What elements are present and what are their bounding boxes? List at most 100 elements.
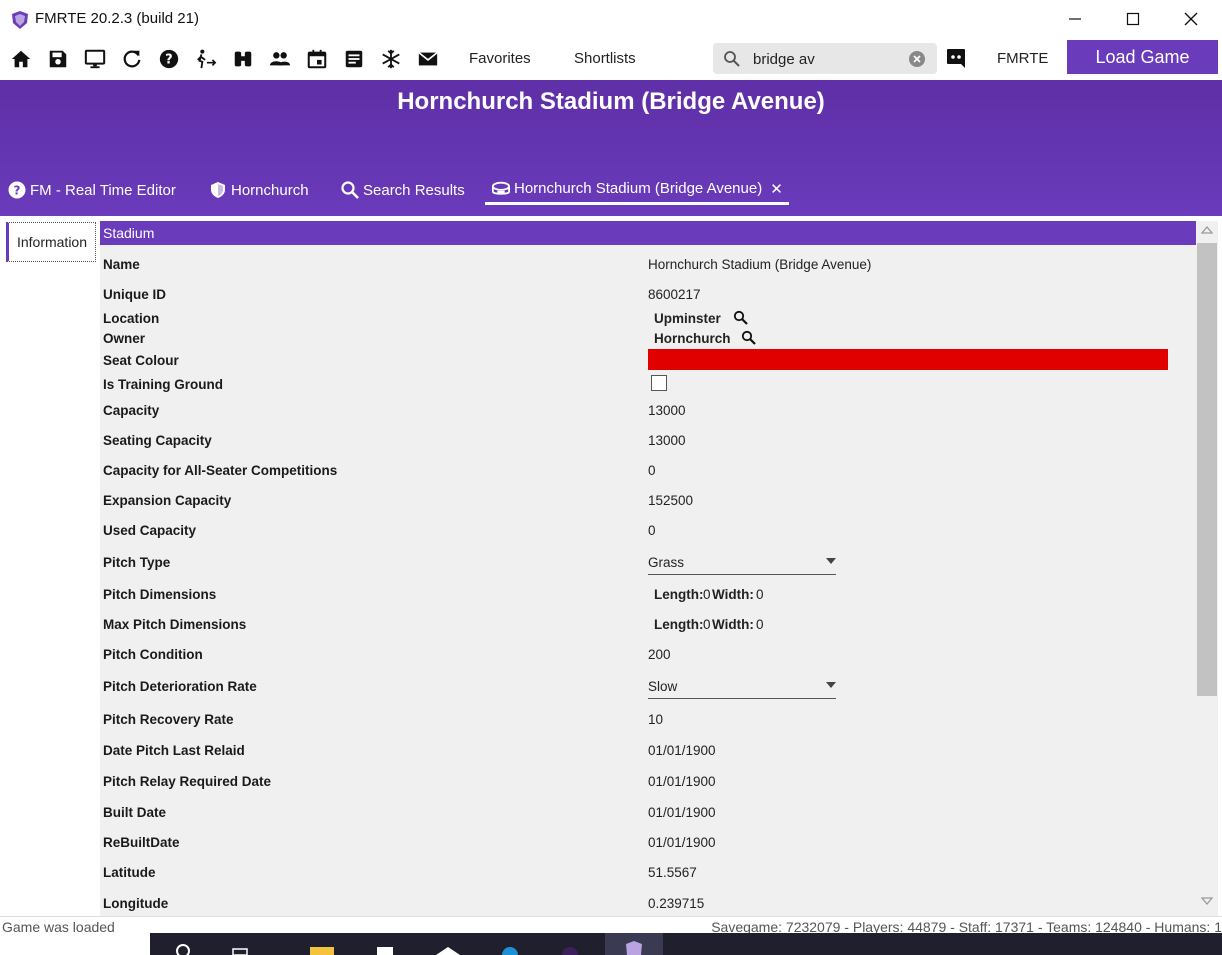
- field-label: Capacity for All-Seater Competitions: [103, 463, 338, 478]
- maximize-icon: [1126, 12, 1140, 26]
- close-tab-icon[interactable]: ✕: [770, 180, 783, 198]
- svg-text:?: ?: [14, 184, 21, 198]
- page-title: Hornchurch Stadium (Bridge Avenue): [397, 88, 825, 115]
- field-value[interactable]: 01/01/1900: [648, 774, 716, 789]
- field-label: Capacity: [103, 403, 160, 418]
- tab-label: Hornchurch: [231, 181, 309, 199]
- load-game-button[interactable]: Load Game: [1067, 40, 1218, 74]
- calendar-button[interactable]: [304, 46, 330, 72]
- field-value[interactable]: 200: [648, 647, 671, 662]
- field-label: Longitude: [103, 896, 169, 911]
- section-header: Stadium: [100, 221, 1196, 245]
- field-label: Is Training Ground: [103, 377, 224, 392]
- refresh-button[interactable]: [119, 46, 145, 72]
- field-value[interactable]: 13000: [648, 403, 686, 418]
- location-link[interactable]: Upminster: [654, 311, 721, 326]
- chevron-down-icon: [826, 682, 836, 688]
- refresh-icon: [123, 50, 141, 68]
- clear-search-icon[interactable]: [908, 50, 926, 68]
- field-label: Expansion Capacity: [103, 493, 232, 508]
- people-button[interactable]: [267, 46, 293, 72]
- dropdown-value: Slow: [648, 679, 678, 694]
- mail-button[interactable]: [415, 46, 441, 72]
- length-value[interactable]: 0: [703, 617, 711, 632]
- field-value[interactable]: 0: [648, 463, 656, 478]
- edge-icon[interactable]: [495, 939, 525, 955]
- search-icon: [724, 51, 740, 67]
- search-input[interactable]: [753, 49, 903, 69]
- app-icon[interactable]: [555, 939, 585, 955]
- field-pitch-condition: Pitch Condition 200: [100, 647, 1196, 667]
- save-icon: [49, 50, 67, 68]
- tab-hornchurch[interactable]: Hornchurch: [209, 175, 309, 205]
- seat-colour-swatch[interactable]: [648, 349, 1168, 370]
- maximize-button[interactable]: [1104, 0, 1162, 38]
- field-label: Used Capacity: [103, 523, 197, 538]
- field-pitch-dimensions: Pitch Dimensions Length: 0 Width: 0: [100, 587, 1196, 607]
- notes-button[interactable]: [341, 46, 367, 72]
- home-button[interactable]: [8, 46, 34, 72]
- field-owner: Owner Hornchurch: [100, 330, 1196, 351]
- width-value[interactable]: 0: [756, 617, 764, 632]
- search-icon[interactable]: [168, 939, 198, 955]
- scrollbar-thumb[interactable]: [1197, 243, 1217, 696]
- save-button[interactable]: [45, 46, 71, 72]
- field-latitude: Latitude 51.5567: [100, 865, 1196, 885]
- shortlists-link[interactable]: Shortlists: [574, 50, 636, 67]
- field-max-pitch-dimensions: Max Pitch Dimensions Length: 0 Width: 0: [100, 617, 1196, 637]
- monitor-button[interactable]: [82, 46, 108, 72]
- field-label: Pitch Dimensions: [103, 587, 217, 602]
- store-icon[interactable]: [370, 939, 400, 955]
- field-label: Pitch Condition: [103, 647, 203, 662]
- search-icon[interactable]: [741, 330, 757, 346]
- field-value[interactable]: Hornchurch Stadium (Bridge Avenue): [648, 257, 871, 272]
- scroll-up-icon[interactable]: [1201, 225, 1213, 237]
- help-button[interactable]: ?: [156, 46, 182, 72]
- field-capacity: Capacity 13000: [100, 403, 1196, 423]
- os-taskbar: [150, 933, 1222, 955]
- minimize-icon: [1069, 18, 1081, 20]
- folder-icon[interactable]: [307, 939, 337, 955]
- fmrte-logo-icon: [12, 11, 28, 29]
- minimize-button[interactable]: [1046, 0, 1104, 38]
- field-value[interactable]: 01/01/1900: [648, 743, 716, 758]
- field-value[interactable]: 10: [648, 712, 663, 727]
- field-value[interactable]: 01/01/1900: [648, 835, 716, 850]
- field-value[interactable]: 51.5567: [648, 865, 697, 880]
- width-value[interactable]: 0: [756, 587, 764, 602]
- nav-item-information[interactable]: Information: [6, 222, 96, 262]
- field-value[interactable]: 0.239715: [648, 896, 704, 911]
- search-icon[interactable]: [733, 310, 749, 326]
- tab-real-time-editor[interactable]: ? FM - Real Time Editor: [8, 175, 176, 205]
- field-label: Name: [103, 257, 140, 272]
- field-value[interactable]: 152500: [648, 493, 693, 508]
- field-value[interactable]: 13000: [648, 433, 686, 448]
- field-value[interactable]: 01/01/1900: [648, 805, 716, 820]
- field-value[interactable]: 8600217: [648, 287, 701, 302]
- vertical-scrollbar[interactable]: [1196, 221, 1218, 916]
- favorites-link[interactable]: Favorites: [469, 50, 531, 67]
- field-built-date: Built Date 01/01/1900: [100, 805, 1196, 825]
- discord-icon[interactable]: [944, 46, 968, 70]
- owner-link[interactable]: Hornchurch: [654, 331, 731, 346]
- fmrte-link[interactable]: FMRTE: [997, 50, 1048, 67]
- field-value[interactable]: 0: [648, 523, 656, 538]
- scroll-down-icon[interactable]: [1201, 894, 1213, 906]
- length-value[interactable]: 0: [703, 587, 711, 602]
- training-ground-checkbox[interactable]: [651, 375, 667, 391]
- transfer-button[interactable]: [193, 46, 219, 72]
- snowflake-icon: [382, 49, 400, 69]
- mail-app-icon[interactable]: [433, 939, 463, 955]
- pitch-type-dropdown[interactable]: Grass: [648, 553, 836, 575]
- tab-stadium[interactable]: Hornchurch Stadium (Bridge Avenue) ✕: [485, 175, 789, 205]
- tab-search-results[interactable]: Search Results: [341, 175, 465, 205]
- scout-button[interactable]: [230, 46, 256, 72]
- width-label: Width:: [712, 617, 754, 632]
- close-window-button[interactable]: [1162, 0, 1220, 38]
- fmrte-taskbar-button[interactable]: [605, 933, 663, 955]
- freeze-button[interactable]: [378, 46, 404, 72]
- calendar-icon: [307, 49, 327, 69]
- deterioration-rate-dropdown[interactable]: Slow: [648, 677, 836, 699]
- field-label: Max Pitch Dimensions: [103, 617, 247, 632]
- task-view-icon[interactable]: [225, 939, 255, 955]
